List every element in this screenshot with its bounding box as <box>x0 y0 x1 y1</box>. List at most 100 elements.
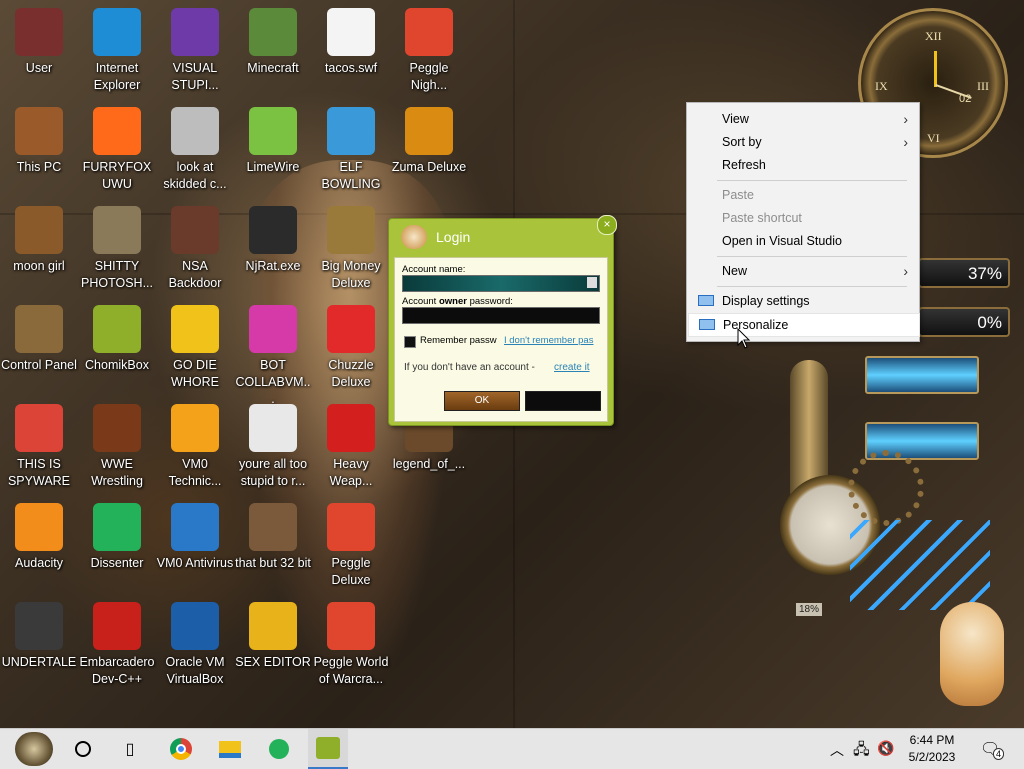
forgot-password-link[interactable]: I don't remember pas <box>504 335 593 346</box>
clock-hour-hand <box>934 51 937 87</box>
desktop-icon[interactable]: Chuzzle Deluxe <box>312 303 390 399</box>
desktop-icon[interactable]: Peggle World of Warcra... <box>312 600 390 696</box>
owner-password-input[interactable] <box>402 307 600 324</box>
desktop-icon[interactable]: User <box>0 6 78 102</box>
desktop-icon[interactable]: Audacity <box>0 501 78 597</box>
ok-button[interactable]: OK <box>444 391 520 411</box>
menu-separator <box>717 256 907 257</box>
desktop-icon[interactable]: ELF BOWLING <box>312 105 390 201</box>
desktop-icon[interactable]: SEX EDITOR <box>234 600 312 696</box>
desktop-icon-label: Chuzzle Deluxe <box>328 358 374 389</box>
unity-icon <box>15 602 63 650</box>
desktop-icon-label: youre all too stupid to r... <box>238 457 308 488</box>
peggle-icon <box>405 8 453 56</box>
desktop-icon[interactable]: Peggle Nigh... <box>390 6 468 102</box>
desktop-icon[interactable]: UNDERTALE <box>0 600 78 696</box>
clock-area[interactable]: 6:44 PM 5/2/2023 <box>900 732 964 766</box>
login-header[interactable]: Login <box>389 219 613 255</box>
task-view-button[interactable]: ▯ <box>110 729 150 769</box>
menu-item-view[interactable]: View › <box>688 108 918 130</box>
taskbar-dissenter[interactable] <box>259 729 299 769</box>
desktop-icon-label: WWE Wrestling <box>91 457 143 488</box>
desktop-icon[interactable]: THIS IS SPYWARE <box>0 402 78 498</box>
cortana-button[interactable] <box>63 729 103 769</box>
desktop-icon[interactable]: Big Money Deluxe <box>312 204 390 300</box>
desktop-icon[interactable]: This PC <box>0 105 78 201</box>
desktop-icon[interactable]: Oracle VM VirtualBox <box>156 600 234 696</box>
desktop-icon-label: Big Money Deluxe <box>321 259 381 290</box>
desktop[interactable]: User Internet Explorer VISUAL STUPI... Mine… <box>0 0 1024 728</box>
network-icon[interactable]: 🖧 <box>853 739 870 764</box>
desktop-icon[interactable]: NjRat.exe <box>234 204 312 300</box>
desktop-icon-label: GO DIE WHORE <box>171 358 219 389</box>
desktop-icon-label: moon girl <box>13 259 65 273</box>
show-hidden-icons-icon[interactable]: ︿ <box>830 740 844 760</box>
desktop-icon[interactable]: FURRYFOX UWU <box>78 105 156 201</box>
menu-item-new[interactable]: New › <box>688 260 918 282</box>
password-label-pre: Account <box>402 296 437 307</box>
skull-icon <box>249 206 297 254</box>
desktop-icon[interactable]: look at skidded c... <box>156 105 234 201</box>
desktop-icon[interactable]: GO DIE WHORE <box>156 303 234 399</box>
desktop-icon[interactable]: Internet Explorer <box>78 6 156 102</box>
desktop-icon-label: Peggle World of Warcra... <box>313 655 389 686</box>
desktop-icon-label: LimeWire <box>246 160 300 174</box>
desktop-icon[interactable]: Heavy Weap... <box>312 402 390 498</box>
menu-item-paste[interactable]: Paste <box>688 184 918 206</box>
desktop-icon[interactable]: WWE Wrestling <box>78 402 156 498</box>
taskbar-file-explorer[interactable] <box>210 729 250 769</box>
desktop-icon[interactable]: tacos.swf <box>312 6 390 102</box>
menu-item-open-in-visual-studio[interactable]: Open in Visual Studio <box>688 230 918 252</box>
menu-item-paste-shortcut[interactable]: Paste shortcut <box>688 207 918 229</box>
desktop-icon[interactable]: VM0 Antivirus <box>156 501 234 597</box>
cortana-icon <box>75 741 91 757</box>
desktop-icon-label: look at skidded c... <box>163 160 227 191</box>
hxd-icon <box>249 602 297 650</box>
notification-count: 4 <box>993 748 1005 760</box>
hamster-gadget[interactable] <box>940 602 1004 706</box>
desktop-icon[interactable]: that but 32 bit <box>234 501 312 597</box>
desktop-icon[interactable]: NSA Backdoor <box>156 204 234 300</box>
desktop-icon[interactable]: moon girl <box>0 204 78 300</box>
edge-icon <box>93 8 141 56</box>
desktop-icon[interactable]: ChomikBox <box>78 303 156 399</box>
taskbar-chomikbox[interactable] <box>308 729 348 769</box>
close-icon[interactable]: × <box>597 215 617 235</box>
menu-item-display-settings[interactable]: Display settings <box>688 290 918 312</box>
login-title: Login <box>436 229 471 245</box>
account-name-input[interactable] <box>402 275 600 292</box>
desktop-icon[interactable]: Embarcadero Dev-C++ <box>78 600 156 696</box>
desktop-icon[interactable]: LimeWire <box>234 105 312 201</box>
start-button[interactable] <box>8 729 60 769</box>
desktop-icon[interactable]: Zuma Deluxe <box>390 105 468 201</box>
desktop-icon[interactable]: Peggle Deluxe <box>312 501 390 597</box>
desktop-icon[interactable]: Dissenter <box>78 501 156 597</box>
desktop-icon[interactable]: Minecraft <box>234 6 312 102</box>
peggle-icon <box>327 602 375 650</box>
file-explorer-icon <box>219 740 241 758</box>
desktop-icon-label: Minecraft <box>247 61 299 75</box>
remember-password-checkbox[interactable] <box>404 336 416 348</box>
film-icon <box>249 305 297 353</box>
menu-item-refresh[interactable]: Refresh <box>688 154 918 176</box>
create-account-link[interactable]: create it <box>554 362 590 373</box>
volume-muted-icon[interactable]: 🔇 <box>877 740 894 757</box>
desktop-icon[interactable]: SHITTY PHOTOSH... <box>78 204 156 300</box>
desktop-icon-label: Internet Explorer <box>93 61 141 92</box>
devcpp-icon <box>93 602 141 650</box>
menu-item-personalize[interactable]: Personalize <box>688 313 920 337</box>
desktop-icon-label: BOT COLLABVM... <box>235 358 311 406</box>
tv-icon <box>93 404 141 452</box>
cancel-button[interactable] <box>525 391 601 411</box>
desktop-icon[interactable]: VISUAL STUPI... <box>156 6 234 102</box>
menu-item-sort-by[interactable]: Sort by › <box>688 131 918 153</box>
action-center-button[interactable]: 🗨 4 <box>980 739 1005 760</box>
taskbar-chrome[interactable] <box>161 729 201 769</box>
desktop-icon[interactable]: youre all too stupid to r... <box>234 402 312 498</box>
desktop-icon[interactable]: Control Panel <box>0 303 78 399</box>
login-dialog: Login × Account name: Account owner pass… <box>388 215 617 426</box>
desktop-icon-label: Embarcadero Dev-C++ <box>79 655 155 686</box>
desktop-icon[interactable]: VM0 Technic... <box>156 402 234 498</box>
desktop-icon[interactable]: BOT COLLABVM... <box>234 303 312 406</box>
taskbar-time: 6:44 PM <box>909 733 955 747</box>
